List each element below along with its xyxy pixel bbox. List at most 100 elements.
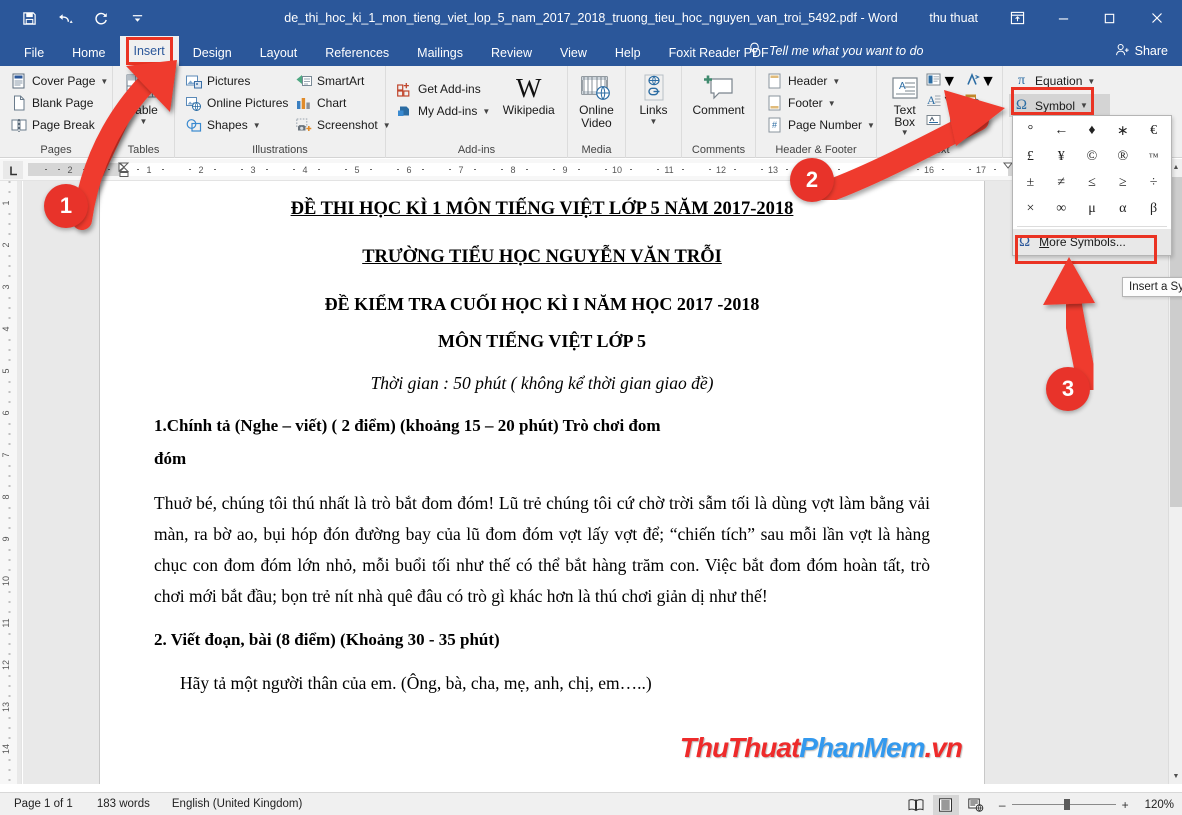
read-mode-icon[interactable] [903,795,929,815]
tab-design[interactable]: Design [179,40,246,66]
my-addins-button[interactable]: My Add-ins ▼ [392,100,496,122]
horizontal-ruler[interactable]: 21 123 456 789 101112 131415 1617 [0,159,1168,181]
tab-file[interactable]: File [10,40,58,66]
undo-icon[interactable] [54,7,76,29]
symbol-cell[interactable]: β [1138,196,1169,222]
ribbon-display-options-icon[interactable] [994,0,1040,36]
customize-quick-access-icon[interactable] [126,7,148,29]
document-body[interactable]: ĐỀ THI HỌC KÌ 1 MÔN TIẾNG VIỆT LỚP 5 NĂM… [100,181,984,699]
annotation-badge-2: 2 [790,158,834,202]
quick-parts-icon[interactable] [926,73,941,92]
online-video-button[interactable]: Online Video [574,70,619,130]
comment-button[interactable]: Comment [688,70,749,117]
web-layout-icon[interactable] [963,795,989,815]
share-person-icon [1115,43,1130,60]
symbol-cell[interactable]: ∞ [1046,196,1077,222]
tab-mailings[interactable]: Mailings [403,40,477,66]
symbol-cell[interactable]: ♦ [1077,118,1108,144]
zoom-slider-track[interactable] [1011,799,1116,810]
print-layout-icon[interactable] [932,794,959,815]
tab-home[interactable]: Home [58,40,119,66]
signature-line-icon[interactable] [926,113,941,132]
symbol-cell[interactable]: μ [1077,196,1108,222]
date-time-icon[interactable] [965,93,980,112]
wikipedia-button[interactable]: W Wikipedia [496,70,561,117]
smartart-button[interactable]: SmartArt [291,70,386,92]
shapes-button[interactable]: Shapes ▼ [181,114,291,136]
symbol-cell[interactable]: ° [1015,118,1046,144]
tab-view[interactable]: View [546,40,601,66]
symbol-cell[interactable]: ≤ [1077,170,1108,196]
document-canvas[interactable]: ĐỀ THI HỌC KÌ 1 MÔN TIẾNG VIỆT LỚP 5 NĂM… [23,181,1168,784]
chart-button[interactable]: Chart [291,92,386,114]
document-page[interactable]: ĐỀ THI HỌC KÌ 1 MÔN TIẾNG VIỆT LỚP 5 NĂM… [100,181,984,784]
page-count-label[interactable]: Page 1 of 1 [14,798,73,810]
chevron-down-icon[interactable]: ▼ [941,93,957,111]
tab-help[interactable]: Help [601,40,655,66]
header-button[interactable]: Header ▼ [762,70,870,92]
zoom-slider-thumb[interactable] [1063,799,1070,810]
word-count-label[interactable]: 183 words [97,798,150,810]
zoom-slider[interactable]: – + [999,798,1129,812]
online-pictures-button[interactable]: Online Pictures [181,92,291,114]
user-account-name[interactable]: thu thuat [929,11,978,25]
symbol-cell[interactable]: ¥ [1046,144,1077,170]
zoom-level-label[interactable]: 120% [1145,799,1174,811]
tab-layout[interactable]: Layout [246,40,312,66]
chevron-down-icon[interactable]: ▼ [964,113,980,131]
screenshot-label: Screenshot [317,118,378,132]
cover-page-button[interactable]: Cover Page ▼ [6,70,108,92]
redo-icon[interactable] [90,7,112,29]
save-icon[interactable] [18,7,40,29]
chevron-down-icon[interactable]: ▼ [980,73,996,91]
symbol-cell[interactable]: £ [1015,144,1046,170]
symbol-cell[interactable]: ± [1015,170,1046,196]
share-button[interactable]: Share [1115,36,1168,66]
more-symbols-menu-item[interactable]: Ω More Symbols... [1013,229,1171,255]
page-number-button[interactable]: # Page Number ▼ [762,114,875,136]
symbol-cell[interactable]: ∗ [1107,118,1138,144]
table-button[interactable]: Table ▼ [119,70,168,126]
get-addins-button[interactable]: Get Add-ins [392,78,496,100]
links-button[interactable]: Links ▼ [632,70,675,126]
blank-page-button[interactable]: Blank Page [6,92,106,114]
text-box-button[interactable]: A Text Box ▼ [883,70,926,137]
language-label[interactable]: English (United Kingdom) [172,798,302,810]
symbol-cell[interactable]: × [1015,196,1046,222]
symbol-cell[interactable]: © [1077,144,1108,170]
drop-cap-icon[interactable]: A [926,93,941,112]
symbol-dropdown-panel[interactable]: ° ← ♦ ∗ € £ ¥ © ® ™ ± ≠ ≤ ≥ ÷ × ∞ μ α β … [1012,115,1172,256]
chevron-down-icon[interactable]: ▼ [941,73,957,91]
symbol-cell[interactable]: ≠ [1046,170,1077,196]
symbol-cell[interactable]: ≥ [1107,170,1138,196]
tab-review[interactable]: Review [477,40,546,66]
tab-insert[interactable]: Insert [119,36,179,66]
pictures-button[interactable]: Pictures [181,70,291,92]
wordart-icon[interactable] [965,72,980,92]
symbol-cell[interactable]: ← [1046,118,1077,144]
screenshot-button[interactable]: Screenshot ▼ [291,114,391,136]
minimize-button[interactable] [1040,0,1086,36]
tab-references[interactable]: References [311,40,403,66]
svg-text:9: 9 [1,536,11,541]
chevron-down-icon: ▼ [867,120,875,130]
object-icon[interactable] [949,113,964,132]
scroll-down-icon[interactable]: ▼ [1169,768,1182,784]
page-break-button[interactable]: Page Break [6,114,106,136]
insert-symbol-tooltip: Insert a Sy [1122,277,1182,297]
equation-button[interactable]: π Equation ▼ [1009,70,1110,92]
symbol-cell[interactable]: ® [1107,144,1138,170]
footer-button[interactable]: Footer ▼ [762,92,870,114]
zoom-out-button[interactable]: – [999,798,1006,812]
zoom-in-button[interactable]: + [1122,798,1129,812]
symbol-cell[interactable]: ÷ [1138,170,1169,196]
vertical-ruler[interactable]: 1 2 3 4 5 6 7 8 9 10 11 12 13 14 [0,181,22,784]
symbol-cell[interactable]: ™ [1138,144,1169,170]
symbol-cell[interactable]: α [1107,196,1138,222]
close-button[interactable] [1132,0,1182,36]
symbol-cell[interactable]: € [1138,118,1169,144]
tell-me-search[interactable]: Tell me what you want to do [748,36,924,66]
maximize-button[interactable] [1086,0,1132,36]
symbol-button[interactable]: Ω Symbol ▼ [1009,94,1110,117]
left-tab-stop-icon[interactable] [3,161,23,179]
